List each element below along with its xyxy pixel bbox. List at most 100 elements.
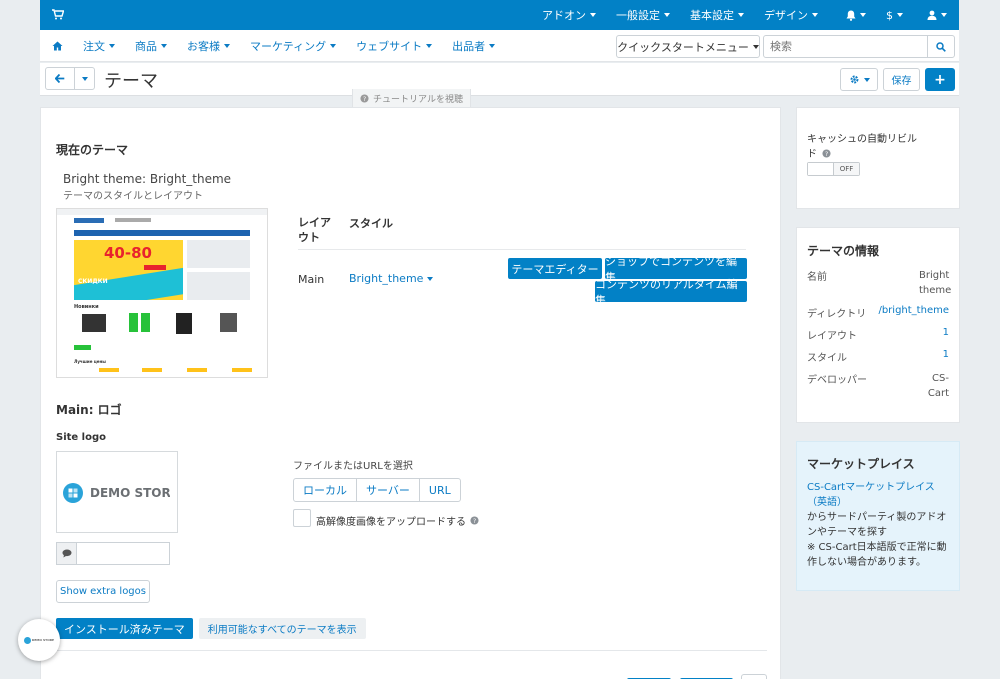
user-icon <box>927 10 937 20</box>
chevron-down-icon <box>489 44 496 48</box>
theme-preview-image[interactable]: 40-80 СКИДКИ Новинки Лучшие цены <box>56 208 268 378</box>
hidpi-label: 高解像度画像をアップロードする <box>316 517 466 528</box>
nav-marketing[interactable]: マーケティング <box>250 38 337 54</box>
menu-design[interactable]: デザイン <box>764 7 818 23</box>
nav-products[interactable]: 商品 <box>135 38 167 54</box>
top-bar: アドオン 一般設定 基本設定 デザイン $ <box>40 0 959 30</box>
preview-product-tablet <box>176 313 192 334</box>
cart-icon[interactable] <box>52 9 64 20</box>
quickstart-label: クイックスタートメニュー <box>617 40 749 54</box>
marketplace-heading: マーケットプレイス <box>807 457 915 471</box>
marketplace-text: からサードパーティ製のアドオンやテーマを探す <box>807 512 947 538</box>
info-row-developer: デベロッパー CS-Cart <box>807 371 949 399</box>
currency-selector[interactable]: $ <box>886 9 903 22</box>
upload-source-group: ローカル サーバー URL <box>293 478 461 502</box>
layout-value: Main <box>298 273 325 286</box>
menu-basic-settings-label: 基本設定 <box>690 9 734 22</box>
upload-server-button[interactable]: サーバー <box>357 479 420 501</box>
toggle-state: OFF <box>834 163 859 175</box>
nav-customers[interactable]: お客様 <box>187 38 230 54</box>
main-panel: 現在のテーマ Bright theme: Bright_theme テーマのスタ… <box>40 107 781 679</box>
user-menu[interactable] <box>927 10 947 20</box>
chevron-down-icon <box>427 276 434 281</box>
preview-side-banner-1 <box>187 240 250 268</box>
question-circle-icon[interactable]: ? <box>470 516 479 525</box>
info-row-name: 名前 Bright theme <box>807 268 951 296</box>
preview-badge-2 <box>142 368 162 372</box>
chevron-down-icon <box>426 44 433 48</box>
table-row: Main Bright_theme テーマエディター ショップでコンテンツを編集… <box>298 250 747 310</box>
hidpi-checkbox[interactable] <box>293 509 311 527</box>
layout-style-table: レイアウト スタイル Main Bright_theme テーマエディター ショ… <box>298 213 747 310</box>
settings-dropdown-button[interactable] <box>840 68 878 91</box>
tab-all-themes[interactable]: 利用可能なすべてのテーマを表示 <box>198 618 366 639</box>
search-icon <box>936 41 946 52</box>
nav-website[interactable]: ウェブサイト <box>356 38 433 54</box>
logo-section-heading: Main: ロゴ <box>56 403 122 417</box>
logo-alt-input[interactable] <box>77 543 169 564</box>
nav-vendors[interactable]: 出品者 <box>452 38 496 54</box>
svg-text:?: ? <box>473 518 476 525</box>
search-input[interactable] <box>764 36 928 57</box>
hidpi-label-row: 高解像度画像をアップロードする ? <box>316 513 479 528</box>
upload-url-button[interactable]: URL <box>420 479 460 501</box>
save-button[interactable]: 保存 <box>883 68 920 91</box>
cache-panel: キャッシュの自動リビルド ? OFF <box>796 107 960 209</box>
chevron-down-icon <box>109 44 115 48</box>
tab-installed-themes[interactable]: インストール済みテーマ <box>56 618 193 639</box>
page-title: テーマ <box>104 71 158 92</box>
logo-text: DEMO STORE <box>90 486 170 500</box>
preview-badge-3 <box>187 368 207 372</box>
preview-banner: 40-80 СКИДКИ <box>74 240 183 300</box>
preview-product-tv <box>82 314 106 332</box>
info-row-layout: レイアウト 1 <box>807 327 949 342</box>
nav-orders[interactable]: 注文 <box>83 38 115 54</box>
tutorial-label: チュートリアルを視聴 <box>373 95 463 105</box>
quickstart-menu-button[interactable]: クイックスタートメニュー <box>616 35 760 58</box>
chevron-down-icon <box>897 13 903 17</box>
chat-widget-button[interactable]: DEMO STORE <box>18 619 60 661</box>
tutorial-button[interactable]: ? チュートリアルを視聴 <box>352 89 471 109</box>
store-logo-icon <box>63 483 83 503</box>
menu-addons[interactable]: アドオン <box>542 7 596 23</box>
menu-general-settings[interactable]: 一般設定 <box>616 7 670 23</box>
info-value-link[interactable]: 1 <box>943 349 949 360</box>
logo-preview[interactable]: DEMO STORE <box>56 451 178 533</box>
home-icon[interactable] <box>52 41 63 51</box>
partial-button-3[interactable] <box>741 674 767 679</box>
theme-editor-button[interactable]: テーマエディター <box>508 258 602 279</box>
site-logo-label: Site logo <box>56 432 106 443</box>
theme-name: Bright theme: Bright_theme <box>63 172 232 186</box>
notifications-button[interactable] <box>846 10 866 21</box>
marketplace-panel: マーケットプレイス CS-Cartマーケットプレイス（英語） からサードパーティ… <box>796 441 960 591</box>
store-logo-icon <box>23 636 31 644</box>
title-bar: テーマ 保存 + <box>40 63 959 96</box>
preview-promo-button <box>144 265 166 270</box>
svg-text:?: ? <box>363 96 366 103</box>
info-key: レイアウト <box>807 331 857 342</box>
chevron-down-icon <box>738 13 744 17</box>
currency-label: $ <box>886 8 893 22</box>
marketplace-link[interactable]: CS-Cartマーケットプレイス（英語） <box>807 482 935 508</box>
back-history-dropdown[interactable] <box>75 68 94 89</box>
preview-promo-sub: СКИДКИ <box>78 278 108 285</box>
search-button[interactable] <box>927 36 954 57</box>
cache-label-row: キャッシュの自動リビルド ? <box>807 132 925 162</box>
add-button[interactable]: + <box>925 68 955 91</box>
preview-buy-button <box>74 345 91 350</box>
chevron-down-icon <box>860 13 866 17</box>
chevron-down-icon <box>224 44 230 48</box>
realtime-edit-button[interactable]: コンテンツのリアルタイム編集 <box>595 278 747 307</box>
info-key: デベロッパー <box>807 375 867 386</box>
show-extra-logos-button[interactable]: Show extra logos <box>56 580 150 603</box>
info-value-link[interactable]: 1 <box>943 327 949 338</box>
menu-basic-settings[interactable]: 基本設定 <box>690 7 744 23</box>
cache-toggle[interactable]: OFF <box>807 162 860 176</box>
style-dropdown[interactable]: Bright_theme <box>349 272 434 285</box>
sub-navigation: 注文 商品 お客様 マーケティング ウェブサイト 出品者 クイックスタートメニュ… <box>40 30 959 62</box>
question-circle-icon[interactable]: ? <box>822 149 831 158</box>
info-row-directory: ディレクトリ /bright_theme <box>807 305 949 320</box>
back-button[interactable] <box>46 68 75 89</box>
info-value-link[interactable]: /bright_theme <box>878 305 949 316</box>
upload-local-button[interactable]: ローカル <box>294 479 357 501</box>
